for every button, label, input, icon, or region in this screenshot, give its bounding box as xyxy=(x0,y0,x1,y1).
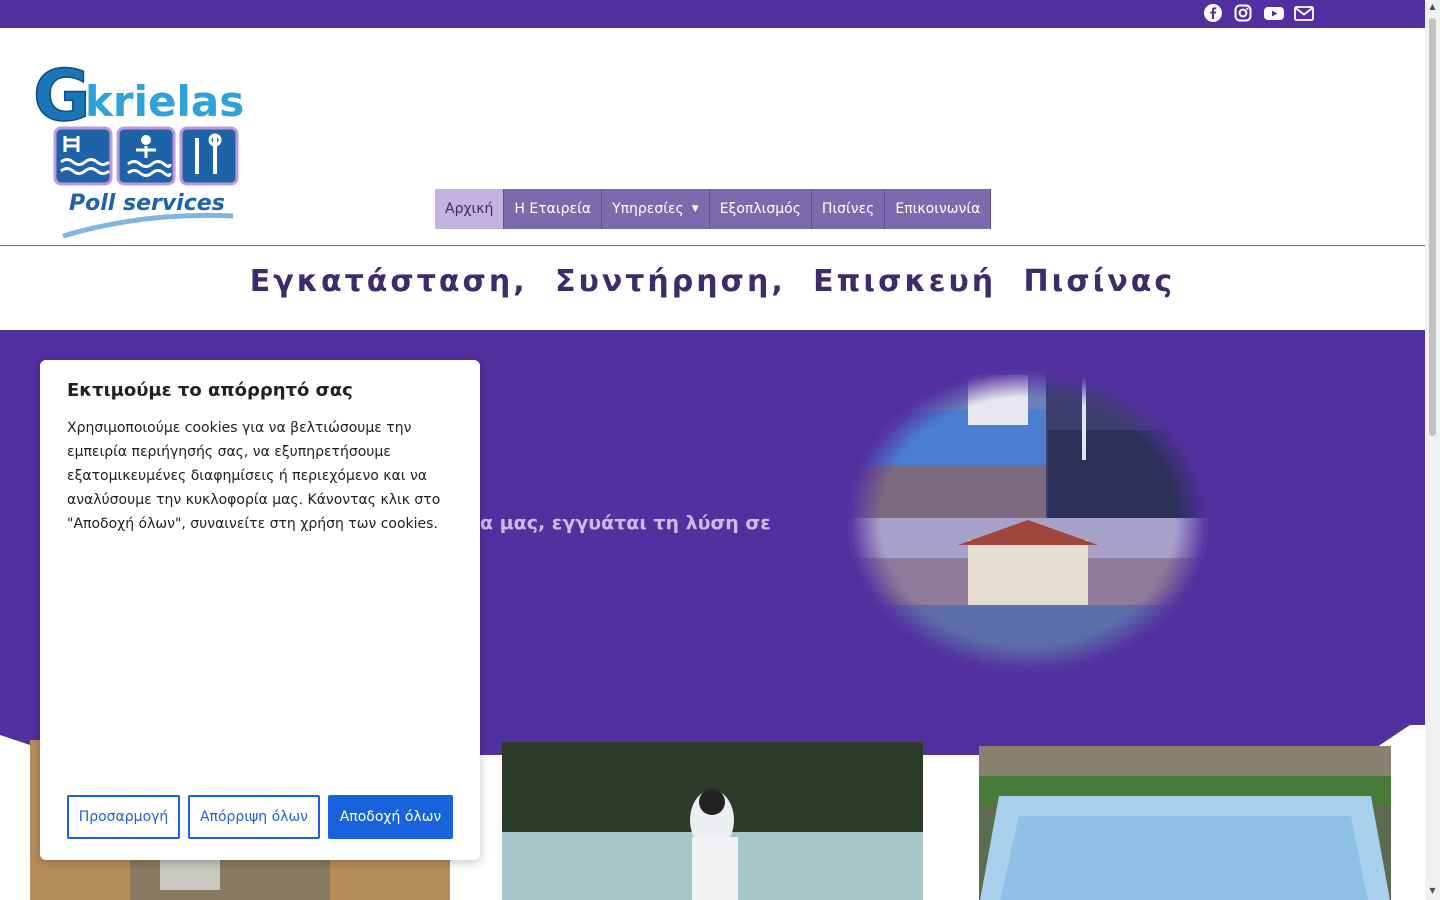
instagram-icon[interactable] xyxy=(1233,3,1255,25)
photo-card-pool xyxy=(979,746,1391,900)
nav-label: Πισίνες xyxy=(821,201,875,217)
pool-collage-image xyxy=(848,370,1208,672)
social-links xyxy=(1203,3,1315,25)
accept-all-button[interactable]: Αποδοχή όλων xyxy=(328,795,453,839)
scroll-up-icon[interactable]: ▲ xyxy=(1428,2,1437,11)
photo-card-worker xyxy=(502,742,923,900)
top-bar xyxy=(0,0,1425,28)
caret-down-icon: ▼ xyxy=(691,204,699,214)
site-logo[interactable]: G krielas Poll services xyxy=(32,40,253,240)
youtube-icon[interactable] xyxy=(1263,3,1285,25)
scrollbar-thumb[interactable] xyxy=(1429,18,1436,436)
nav-item-company[interactable]: Η Εταιρεία xyxy=(504,189,603,229)
nav-item-services[interactable]: Υπηρεσίες ▼ xyxy=(602,189,710,229)
nav-label: Επικοινωνία xyxy=(895,201,981,217)
main-navigation: Αρχική Η Εταιρεία Υπηρεσίες ▼ Εξοπλισμός … xyxy=(435,189,992,229)
nav-label: Η Εταιρεία xyxy=(514,201,592,217)
site-header: G krielas Poll services Αρχική Η Εταιρεί… xyxy=(0,28,1425,246)
nav-label: Αρχική xyxy=(445,201,494,217)
reject-all-button[interactable]: Απόρριψη όλων xyxy=(188,795,320,839)
hero-text: α μας, εγγυάται τη λύση σε xyxy=(480,512,771,534)
facebook-icon[interactable] xyxy=(1203,3,1225,25)
nav-item-pools[interactable]: Πισίνες xyxy=(811,189,886,229)
logo-subtitle: Poll services xyxy=(69,191,225,216)
cookie-consent-dialog: Εκτιμούμε το απόρρητό σας Χρησιμοποιούμε… xyxy=(40,360,480,860)
scroll-down-icon[interactable]: ▼ xyxy=(1428,886,1437,895)
nav-item-contact[interactable]: Επικοινωνία xyxy=(885,189,992,229)
logo-name: krielas xyxy=(85,77,244,126)
cookie-title: Εκτιμούμε το απόρρητό σας xyxy=(67,380,353,401)
nav-label: Υπηρεσίες xyxy=(612,201,684,217)
nav-item-home[interactable]: Αρχική xyxy=(435,189,505,229)
mail-icon[interactable] xyxy=(1293,3,1315,25)
nav-label: Εξοπλισμός xyxy=(719,201,801,217)
cookie-body: Χρησιμοποιούμε cookies για να βελτιώσουμ… xyxy=(67,420,441,532)
tagline-section: Εγκατάσταση, Συντήρηση, Επισκευή Πισίνας xyxy=(0,246,1425,330)
nav-item-equipment[interactable]: Εξοπλισμός xyxy=(709,189,812,229)
logo-letter-g: G xyxy=(33,55,90,137)
customize-button[interactable]: Προσαρμογή xyxy=(67,795,180,839)
tagline-heading: Εγκατάσταση, Συντήρηση, Επισκευή Πισίνας xyxy=(249,264,1176,299)
